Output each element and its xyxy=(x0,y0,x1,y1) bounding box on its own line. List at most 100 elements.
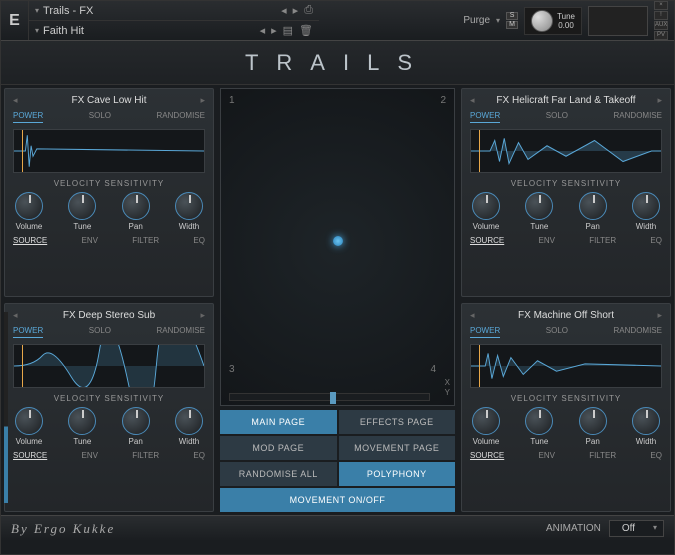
tune-knob[interactable] xyxy=(525,192,553,220)
corner-4: 4 xyxy=(430,364,436,375)
prev-icon[interactable]: ◂ xyxy=(281,4,287,17)
waveform-display[interactable] xyxy=(470,129,662,173)
play-cursor xyxy=(22,130,23,172)
volume-knob[interactable] xyxy=(15,407,43,435)
solo-tab[interactable]: SOLO xyxy=(89,326,111,338)
pan-label: Pan xyxy=(129,437,143,446)
pan-knob[interactable] xyxy=(579,192,607,220)
width-knob[interactable] xyxy=(175,407,203,435)
randomise-all-button[interactable]: RANDOMISE ALL xyxy=(220,462,337,486)
power-tab[interactable]: POWER xyxy=(13,326,43,338)
randomise-tab[interactable]: RANDOMISE xyxy=(614,111,662,123)
main-page-button[interactable]: MAIN PAGE xyxy=(220,410,337,434)
tune-knob[interactable] xyxy=(68,407,96,435)
pan-knob[interactable] xyxy=(122,407,150,435)
eq-tab[interactable]: EQ xyxy=(650,451,662,460)
filter-tab[interactable]: FILTER xyxy=(132,451,159,460)
env-tab[interactable]: ENV xyxy=(81,236,97,245)
mod-page-button[interactable]: MOD PAGE xyxy=(220,436,337,460)
mute-button[interactable]: M xyxy=(506,21,518,29)
xy-pad[interactable]: 1 2 3 4 X Y xyxy=(220,88,455,406)
product-title: TRAILS xyxy=(1,41,674,85)
volume-label: Volume xyxy=(473,222,500,231)
solo-tab[interactable]: SOLO xyxy=(546,111,568,123)
topbar: E ▾ Trails - FX ◂ ▸ ⎙ ▾ Faith Hit ◂ ▸ ▤ … xyxy=(1,1,674,41)
corner-1: 1 xyxy=(229,95,235,106)
volume-knob[interactable] xyxy=(15,192,43,220)
tune-knob[interactable] xyxy=(525,407,553,435)
polyphony-button[interactable]: POLYPHONY xyxy=(339,462,456,486)
header-right: Purge ▾ S M Tune 0.00 × ! AUX PV xyxy=(319,1,674,40)
tune-knob[interactable] xyxy=(531,10,553,32)
panel-title[interactable]: FX Helicraft Far Land & Takeoff xyxy=(470,93,662,108)
width-knob[interactable] xyxy=(632,192,660,220)
width-label: Width xyxy=(179,222,199,231)
tune-label: Tune xyxy=(530,222,548,231)
volume-knob[interactable] xyxy=(472,407,500,435)
pv-icon[interactable]: PV xyxy=(654,31,668,40)
delete-icon[interactable]: 🗑 xyxy=(299,24,313,37)
panel-title[interactable]: FX Machine Off Short xyxy=(470,308,662,323)
width-label: Width xyxy=(636,437,656,446)
eq-tab[interactable]: EQ xyxy=(193,451,205,460)
tune-knob[interactable] xyxy=(68,192,96,220)
randomise-tab[interactable]: RANDOMISE xyxy=(614,326,662,338)
movement-toggle-button[interactable]: MOVEMENT ON/OFF xyxy=(220,488,455,512)
next-icon[interactable]: ▸ xyxy=(271,24,277,37)
preset-row[interactable]: ▾ Faith Hit ◂ ▸ ▤ 🗑 xyxy=(29,21,319,40)
save-icon[interactable]: ▤ xyxy=(283,24,293,37)
instrument-row[interactable]: ▾ Trails - FX ◂ ▸ ⎙ xyxy=(29,1,319,21)
output-meter[interactable] xyxy=(588,6,648,36)
waveform-display[interactable] xyxy=(470,344,662,388)
purge-label[interactable]: Purge xyxy=(463,15,490,26)
source-tab[interactable]: SOURCE xyxy=(470,236,504,245)
minimize-icon[interactable]: ! xyxy=(654,11,668,20)
filter-tab[interactable]: FILTER xyxy=(589,451,616,460)
animation-select[interactable]: Off xyxy=(609,520,664,537)
tune-block: Tune 0.00 xyxy=(524,7,582,35)
env-tab[interactable]: ENV xyxy=(538,236,554,245)
eq-tab[interactable]: EQ xyxy=(193,236,205,245)
app-window: E ▾ Trails - FX ◂ ▸ ⎙ ▾ Faith Hit ◂ ▸ ▤ … xyxy=(0,0,675,555)
aux-icon[interactable]: AUX xyxy=(654,21,668,30)
close-icon[interactable]: × xyxy=(654,1,668,10)
sound-panel-4: FX Machine Off Short POWER SOLO RANDOMIS… xyxy=(461,303,671,512)
x-slider[interactable] xyxy=(229,393,430,401)
width-knob[interactable] xyxy=(175,192,203,220)
filter-tab[interactable]: FILTER xyxy=(132,236,159,245)
next-icon[interactable]: ▸ xyxy=(293,4,299,17)
pan-knob[interactable] xyxy=(122,192,150,220)
solo-tab[interactable]: SOLO xyxy=(89,111,111,123)
panel-title[interactable]: FX Deep Stereo Sub xyxy=(13,308,205,323)
instrument-name: Trails - FX xyxy=(43,5,277,17)
prev-icon[interactable]: ◂ xyxy=(260,24,266,37)
env-tab[interactable]: ENV xyxy=(538,451,554,460)
width-knob[interactable] xyxy=(632,407,660,435)
level-meter xyxy=(4,312,8,503)
play-cursor xyxy=(479,130,480,172)
randomise-tab[interactable]: RANDOMISE xyxy=(157,326,205,338)
power-tab[interactable]: POWER xyxy=(470,326,500,338)
tune-label: Tune xyxy=(530,437,548,446)
waveform-display[interactable] xyxy=(13,129,205,173)
waveform-display[interactable] xyxy=(13,344,205,388)
solo-button[interactable]: S xyxy=(506,12,518,20)
solo-tab[interactable]: SOLO xyxy=(546,326,568,338)
effects-page-button[interactable]: EFFECTS PAGE xyxy=(339,410,456,434)
randomise-tab[interactable]: RANDOMISE xyxy=(157,111,205,123)
source-tab[interactable]: SOURCE xyxy=(13,451,47,460)
pan-knob[interactable] xyxy=(579,407,607,435)
movement-page-button[interactable]: MOVEMENT PAGE xyxy=(339,436,456,460)
eq-tab[interactable]: EQ xyxy=(650,236,662,245)
filter-tab[interactable]: FILTER xyxy=(589,236,616,245)
panel-title[interactable]: FX Cave Low Hit xyxy=(13,93,205,108)
snapshot-icon[interactable]: ⎙ xyxy=(304,4,313,17)
xy-handle[interactable] xyxy=(333,236,343,246)
power-tab[interactable]: POWER xyxy=(13,111,43,123)
source-tab[interactable]: SOURCE xyxy=(470,451,504,460)
power-tab[interactable]: POWER xyxy=(470,111,500,123)
env-tab[interactable]: ENV xyxy=(81,451,97,460)
source-tab[interactable]: SOURCE xyxy=(13,236,47,245)
purge-dropdown-icon[interactable]: ▾ xyxy=(496,16,500,25)
volume-knob[interactable] xyxy=(472,192,500,220)
